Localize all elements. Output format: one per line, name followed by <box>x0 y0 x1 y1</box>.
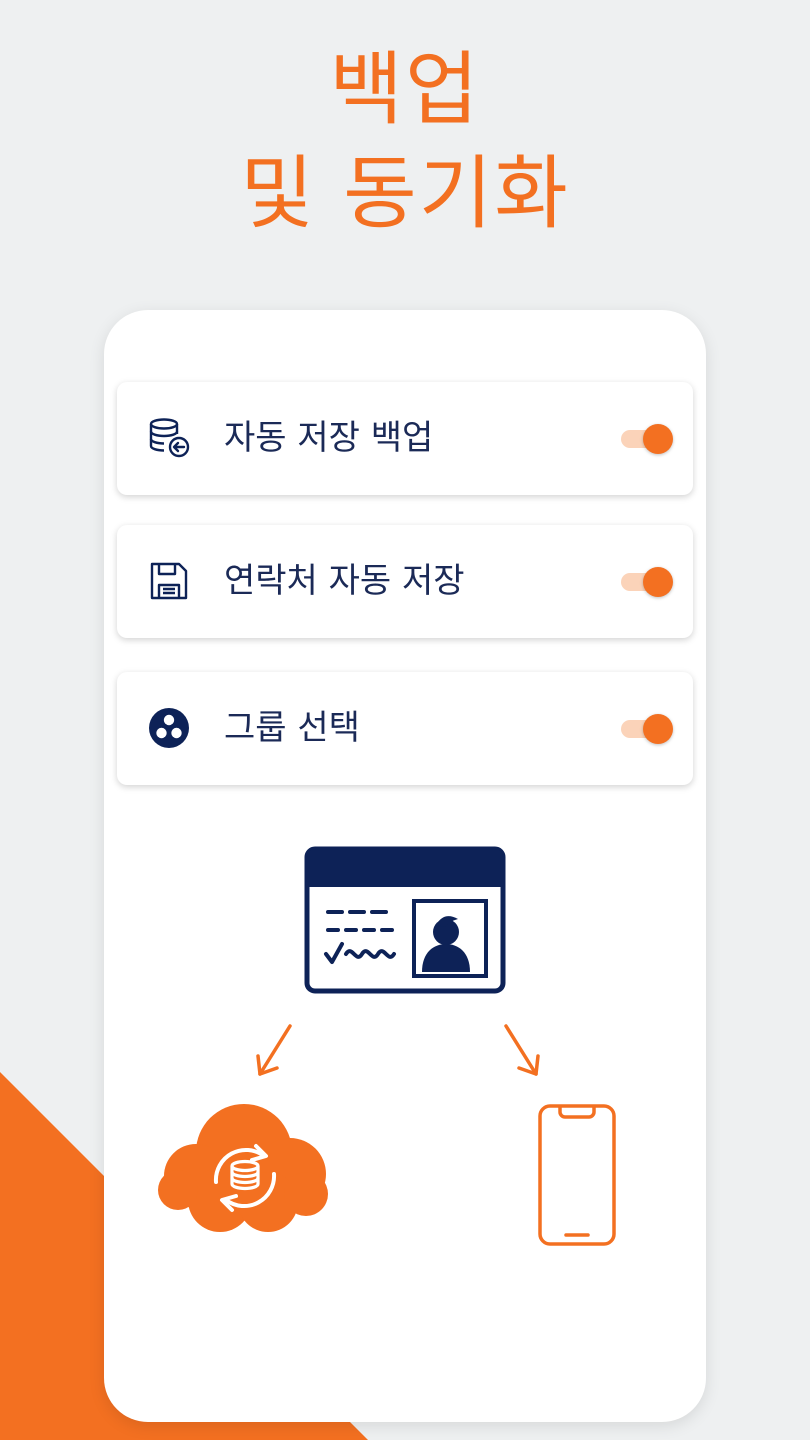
setting-label: 연락처 자동 저장 <box>224 561 465 601</box>
settings-card: 자동 저장 백업 연락처 자동 저장 그룹 선택 <box>104 310 706 1422</box>
cloud-sync-icon <box>158 1104 328 1232</box>
setting-row-group-select[interactable]: 그룹 선택 <box>117 672 693 785</box>
setting-label: 자동 저장 백업 <box>224 418 434 458</box>
setting-row-contact-autosave[interactable]: 연락처 자동 저장 <box>117 525 693 638</box>
setting-label: 그룹 선택 <box>224 708 360 748</box>
headline-line-2: 및 동기화 <box>240 147 570 240</box>
auto-backup-toggle[interactable] <box>619 424 673 454</box>
setting-row-auto-backup[interactable]: 자동 저장 백업 <box>117 382 693 495</box>
group-select-toggle[interactable] <box>619 714 673 744</box>
toggle-knob <box>643 424 673 454</box>
toggle-knob <box>643 714 673 744</box>
headline-line-1: 백업 <box>329 43 481 136</box>
arrow-down-right-icon <box>504 1024 540 1076</box>
floppy-disk-icon <box>150 562 188 600</box>
id-card-icon <box>304 846 506 994</box>
contact-autosave-toggle[interactable] <box>619 567 673 597</box>
database-backup-icon <box>149 418 190 458</box>
group-dots-icon <box>149 708 189 748</box>
arrow-down-left-icon <box>256 1024 292 1076</box>
toggle-knob <box>643 567 673 597</box>
smartphone-icon <box>538 1104 616 1246</box>
headline: 백업 및 동기화 <box>0 38 810 246</box>
